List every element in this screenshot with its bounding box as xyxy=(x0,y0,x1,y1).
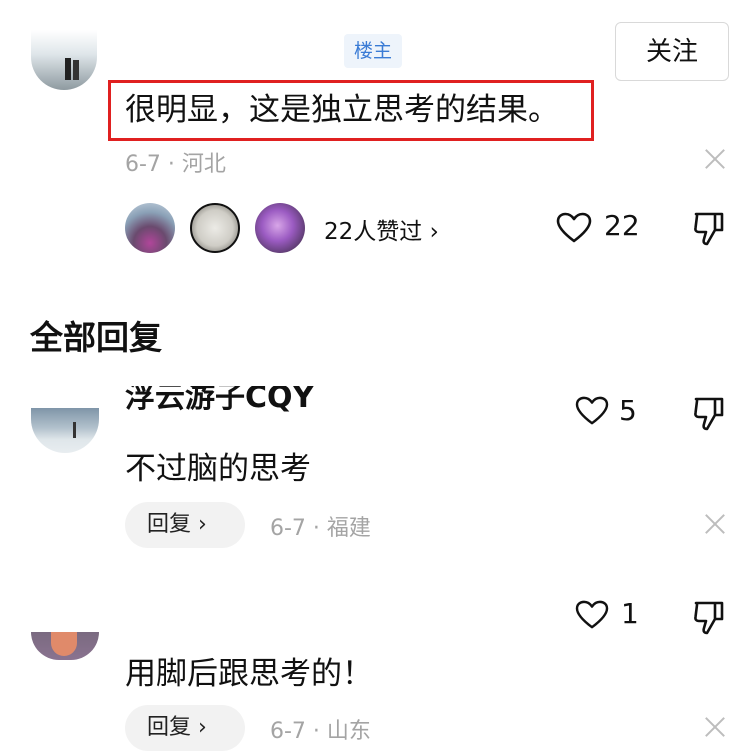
close-icon[interactable] xyxy=(704,148,726,170)
follow-button[interactable]: 关注 xyxy=(615,22,729,81)
close-icon[interactable] xyxy=(704,513,726,535)
reply-username[interactable]: 浮云游子CQY xyxy=(125,386,314,422)
section-title: 全部回复 xyxy=(30,318,162,357)
reply-avatar[interactable] xyxy=(31,632,99,660)
post-text: 很明显，这是独立思考的结果。 xyxy=(125,92,559,128)
reply-text: 用脚后跟思考的！ xyxy=(125,656,373,692)
post-meta: 6-7 · 河北 xyxy=(125,152,226,177)
reply-button[interactable]: 回复 › xyxy=(125,705,245,751)
liked-summary-link[interactable]: 22人赞过 › xyxy=(324,212,439,246)
thumbs-down-icon[interactable] xyxy=(693,396,725,432)
thumbs-down-icon[interactable] xyxy=(693,211,725,247)
reply-meta: 6-7 · 福建 xyxy=(270,516,371,541)
reply-meta: 6-7 · 山东 xyxy=(270,719,371,744)
post-author-avatar[interactable] xyxy=(31,30,97,90)
reply-avatar[interactable] xyxy=(31,408,99,453)
liker-avatar xyxy=(125,203,175,253)
reply-like-count: 1 xyxy=(621,597,639,630)
reply-like-count: 5 xyxy=(619,394,637,427)
heart-outline-icon[interactable] xyxy=(575,600,609,630)
heart-outline-icon[interactable] xyxy=(556,212,592,244)
reply-button[interactable]: 回复 › xyxy=(125,502,245,548)
thumbs-down-icon[interactable] xyxy=(693,600,725,636)
liker-avatar xyxy=(255,203,305,253)
heart-outline-icon[interactable] xyxy=(575,396,609,426)
post-like-count: 22 xyxy=(604,209,640,242)
reply-text: 不过脑的思考 xyxy=(125,451,311,487)
liker-avatar xyxy=(190,203,240,253)
close-icon[interactable] xyxy=(704,716,726,738)
author-badge: 楼主 xyxy=(344,34,402,68)
